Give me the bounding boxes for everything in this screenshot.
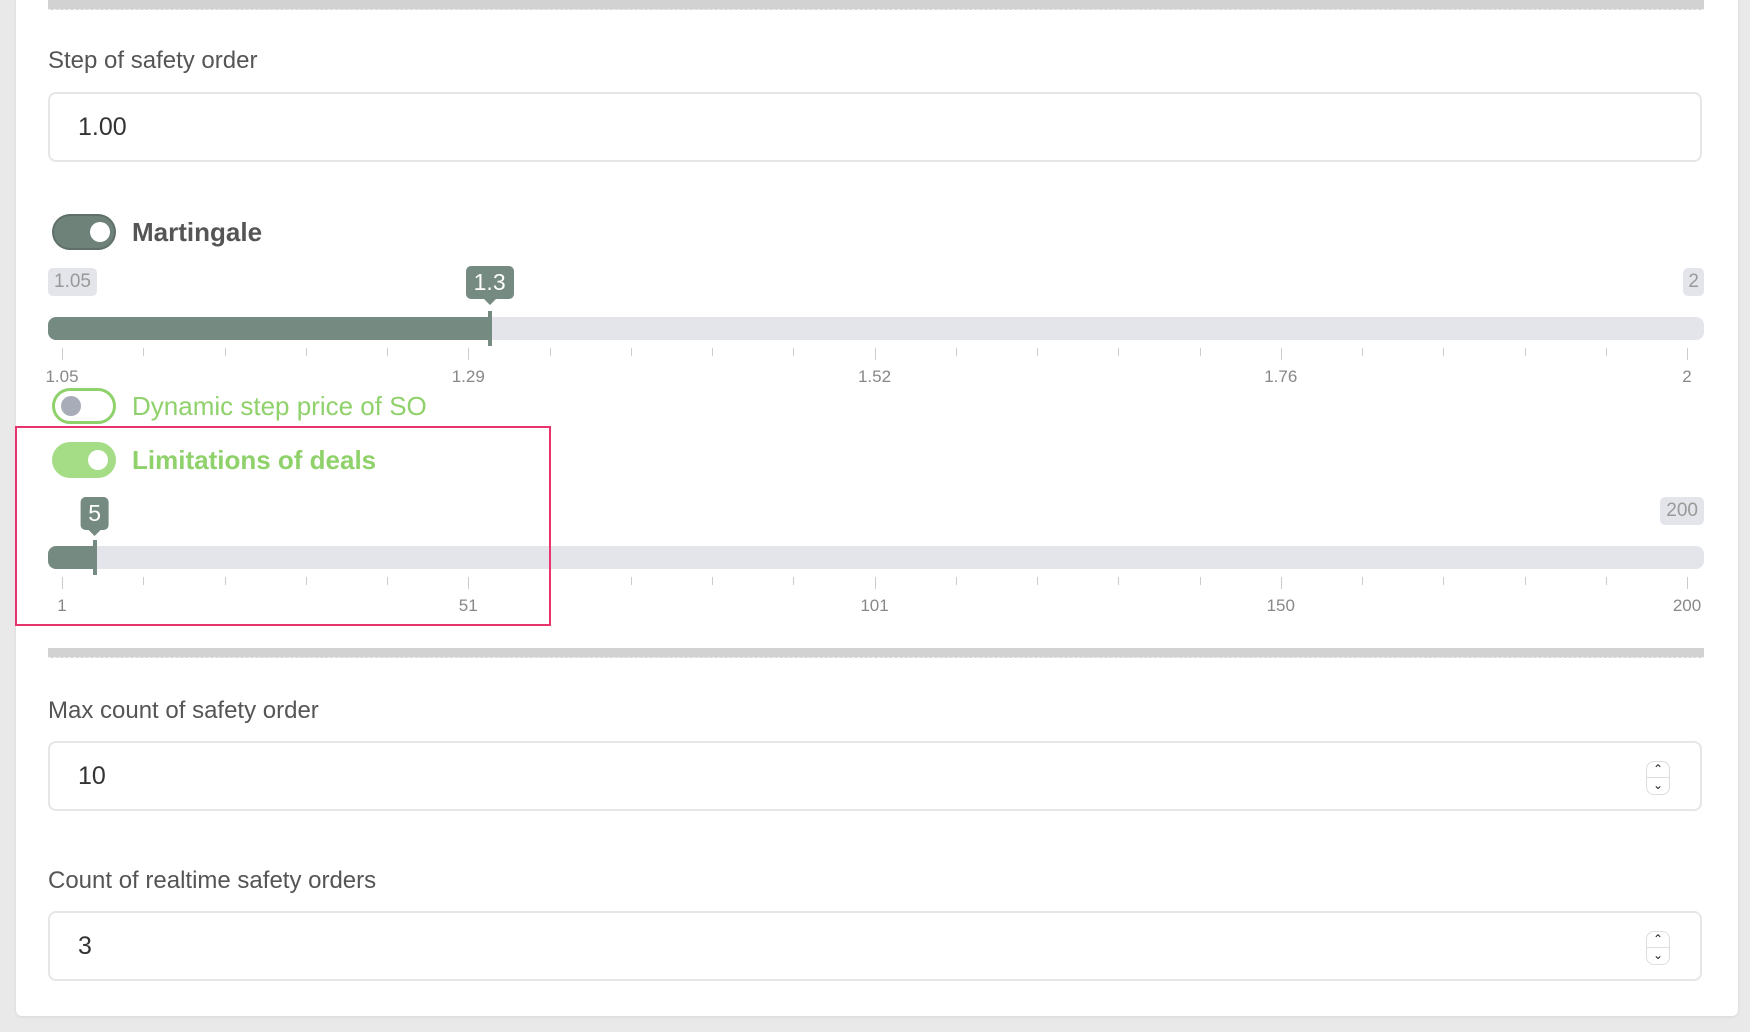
toggle-knob (61, 396, 81, 416)
step-of-safety-order-value: 1.00 (78, 113, 127, 141)
chevron-down-icon[interactable]: ⌄ (1647, 948, 1669, 963)
martingale-value-tooltip: 1.3 (465, 266, 514, 305)
max-count-label: Max count of safety order (48, 697, 319, 724)
number-stepper[interactable]: ⌃ ⌄ (1646, 761, 1670, 795)
slider-tick (793, 577, 795, 585)
slider-tick (1362, 577, 1363, 585)
slider-tick (143, 348, 145, 356)
slider-tick-label: 101 (860, 596, 889, 615)
limitations-max-badge: 200 (1660, 497, 1704, 525)
slider-tick (387, 348, 388, 356)
slider-fill (48, 317, 490, 340)
slider-tick (1443, 348, 1445, 356)
slider-tick (712, 577, 713, 585)
number-stepper[interactable]: ⌃ ⌄ (1646, 931, 1670, 965)
slider-tick-label: 1.76 (1264, 367, 1298, 386)
slider-tick (630, 348, 632, 356)
slider-tick-label: 2 (1682, 367, 1692, 386)
realtime-count-label: Count of realtime safety orders (48, 867, 377, 894)
slider-tick (874, 577, 876, 589)
slider-tick (712, 348, 713, 356)
martingale-slider[interactable] (48, 311, 1704, 346)
chevron-up-icon[interactable]: ⌃ (1647, 762, 1669, 778)
slider-tick (1524, 348, 1526, 356)
martingale-toggle[interactable] (52, 214, 116, 250)
slider-tick (1199, 348, 1201, 356)
slider-tick (1199, 577, 1201, 585)
slider-tick (1687, 577, 1688, 589)
chevron-up-icon[interactable]: ⌃ (1647, 932, 1669, 948)
slider-tick (1605, 348, 1607, 356)
step-of-safety-order-input[interactable]: 1.00 (48, 92, 1702, 162)
slider-tick (1118, 348, 1120, 356)
slider-tick (874, 348, 876, 360)
dynamic-step-toggle[interactable] (52, 388, 116, 424)
slider-tick (793, 348, 795, 356)
slider-tick (1037, 348, 1038, 356)
slider-tick (549, 348, 551, 356)
section-divider (48, 648, 1704, 658)
section-divider (48, 0, 1704, 10)
slider-tick (62, 348, 63, 360)
slider-tick (955, 348, 957, 356)
slider-tick (1605, 577, 1607, 585)
slider-tick (955, 577, 957, 585)
dynamic-step-label: Dynamic step price of SO (132, 391, 427, 421)
slider-tick (1118, 577, 1120, 585)
slider-tick (468, 348, 470, 360)
slider-tick (1524, 577, 1526, 585)
highlight-box (15, 426, 551, 626)
slider-tick (1037, 577, 1038, 585)
martingale-min-badge: 1.05 (48, 268, 97, 296)
slider-tick-label: 1.29 (451, 367, 485, 386)
slider-handle[interactable] (487, 311, 492, 346)
martingale-label: Martingale (132, 217, 263, 247)
slider-tick (630, 577, 632, 585)
slider-tick (224, 348, 226, 356)
step-of-safety-order-label: Step of safety order (48, 47, 258, 74)
max-count-value: 10 (78, 762, 106, 790)
martingale-max-badge: 2 (1683, 268, 1704, 296)
slider-tick (305, 348, 307, 356)
slider-tick-label: 150 (1266, 596, 1295, 615)
slider-tick-label: 1.05 (45, 367, 79, 386)
slider-tick (1280, 577, 1282, 589)
slider-tick (1443, 577, 1445, 585)
slider-tick-label: 200 (1672, 596, 1702, 615)
slider-tick (1687, 348, 1688, 360)
realtime-count-value: 3 (78, 932, 92, 960)
toggle-knob (90, 222, 110, 242)
slider-tick (1280, 348, 1282, 360)
max-count-input[interactable]: 10 ⌃ ⌄ (48, 741, 1702, 811)
slider-tick-label: 1.52 (857, 367, 892, 386)
realtime-count-input[interactable]: 3 ⌃ ⌄ (48, 911, 1702, 981)
slider-tick (1362, 348, 1363, 356)
chevron-down-icon[interactable]: ⌄ (1647, 778, 1669, 793)
